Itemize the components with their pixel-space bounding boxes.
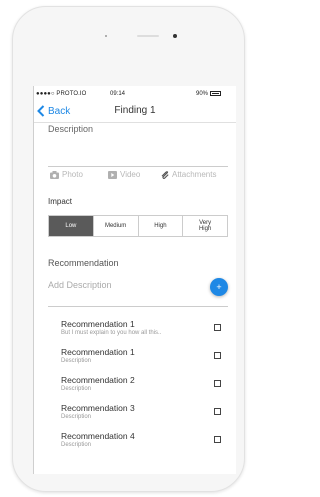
recommendation-checkbox[interactable] <box>214 436 221 443</box>
battery-icon <box>210 91 221 96</box>
recommendation-title: Recommendation 2 <box>61 375 135 385</box>
impact-option-very-high[interactable]: Very High <box>182 216 227 236</box>
video-label: Video <box>120 170 141 179</box>
recommendation-subtitle: Description <box>61 386 92 392</box>
description-label: Description <box>48 124 94 134</box>
clock: 09:14 <box>110 91 126 97</box>
media-toolbar: Photo Video Attachments <box>48 170 228 184</box>
impact-option-high[interactable]: High <box>137 216 183 236</box>
video-icon <box>108 170 117 179</box>
recommendation-subtitle: Description <box>61 442 92 448</box>
impact-segmented-control: Low Medium High Very High <box>48 215 228 237</box>
list-item[interactable]: Recommendation 2 Description <box>34 369 236 395</box>
earpiece-speaker <box>137 35 159 37</box>
recommendation-subtitle: But I must explain to you how all this.. <box>61 330 162 336</box>
front-camera <box>173 34 177 38</box>
recommendation-title: Recommendation 1 <box>61 347 135 357</box>
description-field[interactable]: Description <box>48 124 228 167</box>
recommendation-checkbox[interactable] <box>214 352 221 359</box>
list-item[interactable]: Recommendation 3 Description <box>34 397 236 423</box>
photo-button[interactable]: Photo <box>50 170 83 179</box>
navigation-bar: Back Finding 1 <box>34 100 236 122</box>
battery-percent: 90% <box>196 91 209 97</box>
sensor-dot <box>105 35 107 37</box>
paperclip-icon <box>161 170 169 179</box>
page-title: Finding 1 <box>114 105 156 116</box>
video-button[interactable]: Video <box>108 170 140 179</box>
attachments-label: Attachments <box>172 170 217 179</box>
recommendation-subtitle: Description <box>61 414 92 420</box>
plus-icon: + <box>216 282 222 292</box>
impact-option-low[interactable]: Low <box>49 216 93 236</box>
list-item[interactable]: Recommendation 1 Description <box>34 341 236 367</box>
recommendation-title: Recommendation 3 <box>61 403 135 413</box>
add-recommendation-button[interactable]: + <box>210 278 228 296</box>
recommendation-checkbox[interactable] <box>214 408 221 415</box>
list-item[interactable]: Recommendation 1 But I must explain to y… <box>34 313 236 339</box>
impact-label: Impact <box>48 197 73 206</box>
photo-label: Photo <box>62 170 83 179</box>
nav-divider <box>34 122 236 123</box>
recommendation-title: Recommendation 4 <box>61 431 135 441</box>
status-bar: ●●●●○ PROTO.IO 09:14 90% <box>34 86 236 100</box>
recommendation-title: Recommendation 1 <box>61 319 135 329</box>
attachments-button[interactable]: Attachments <box>161 170 216 179</box>
recommendation-label: Recommendation <box>48 258 119 268</box>
camera-icon <box>50 170 59 179</box>
recommendation-subtitle: Description <box>61 358 92 364</box>
recommendation-checkbox[interactable] <box>214 324 221 331</box>
recommendation-checkbox[interactable] <box>214 380 221 387</box>
recommendation-divider <box>48 306 228 307</box>
list-item[interactable]: Recommendation 4 Description <box>34 425 236 451</box>
app-screen: ●●●●○ PROTO.IO 09:14 90% Back Finding 1 … <box>33 86 236 474</box>
add-description-input[interactable]: Add Description <box>48 280 112 290</box>
impact-option-medium[interactable]: Medium <box>92 216 138 236</box>
carrier-label: ●●●●○ PROTO.IO <box>36 91 87 97</box>
